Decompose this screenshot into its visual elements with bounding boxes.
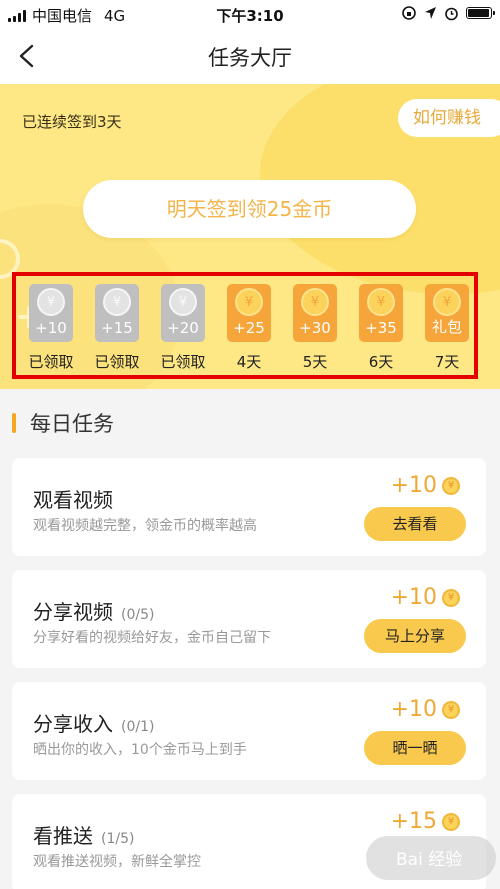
yen-symbol: ¥ — [442, 295, 452, 310]
day-status: 7天 — [434, 353, 460, 371]
page-title: 任务大厅 — [208, 46, 292, 70]
coin-face: ¥ — [37, 288, 65, 316]
coin-icon: ¥ +20 — [161, 284, 205, 342]
yen-symbol: ¥ — [376, 295, 386, 310]
task-title: 看推送 (1/5) — [33, 820, 134, 849]
yen-symbol: ¥ — [112, 295, 122, 310]
coin-face: ¥ — [301, 288, 329, 316]
rotation-lock-icon — [402, 6, 416, 20]
how-to-earn-button[interactable]: 如何赚钱 — [398, 99, 500, 137]
coin-icon: ¥ +30 — [293, 284, 337, 342]
coin-face: ¥ — [433, 288, 461, 316]
sign-in-days: ¥ +10 已领取 ¥ +15 已领取 ¥ +20 已领取 ¥ +25 4天 ¥ +30 5天 ¥ +35 6天 ¥… — [12, 272, 478, 379]
task-reward: +10 ¥ — [391, 473, 460, 498]
task-card: 分享收入 (0/1) 晒出你的收入，10个金币马上到手 +10 ¥ 晒一晒 — [12, 682, 486, 780]
location-icon — [425, 7, 436, 19]
coin-icon: ¥ +15 — [95, 284, 139, 342]
coin-amount: +15 — [101, 319, 133, 337]
streak-text: 已连续签到3天 — [22, 113, 122, 131]
status-bar: 中国电信 4G 下午3:10 — [0, 0, 500, 28]
task-title: 观看视频 — [33, 484, 121, 513]
battery-fill — [468, 9, 489, 17]
reward-amount: +15 — [390, 809, 437, 834]
coin-face: ¥ — [367, 288, 395, 316]
yen-symbol: ¥ — [46, 295, 56, 310]
coin-icon: ¥ 礼包 — [425, 284, 469, 342]
section-title: 每日任务 — [30, 412, 114, 436]
task-description: 分享好看的视频给好友，金币自己留下 — [33, 630, 271, 646]
task-action-button[interactable]: 晒一晒 — [364, 731, 466, 765]
coin-icon: ¥ +35 — [359, 284, 403, 342]
coin-face: ¥ — [103, 288, 131, 316]
yen-symbol: ¥ — [178, 295, 188, 310]
day-status: 已领取 — [28, 353, 74, 371]
task-reward: +10 ¥ — [391, 697, 460, 722]
day-status: 已领取 — [160, 353, 206, 371]
alarm-icon — [445, 7, 458, 20]
reward-amount: +10 — [390, 473, 437, 498]
coin-amount: +20 — [167, 319, 199, 337]
task-title: 分享视频 (0/5) — [33, 596, 154, 625]
coin-face: ¥ — [169, 288, 197, 316]
yen-symbol: ¥ — [244, 295, 254, 310]
coin-icon: ¥ +10 — [29, 284, 73, 342]
task-description: 观看推送视频，新鲜全掌控 — [33, 854, 201, 870]
coin-icon: ¥ — [442, 588, 460, 607]
sign-in-day: ¥ +10 已领取 — [21, 284, 81, 372]
task-description: 晒出你的收入，10个金币马上到手 — [33, 742, 247, 758]
day-status: 6天 — [368, 353, 394, 371]
reward-amount: +10 — [390, 697, 437, 722]
task-title-text: 分享视频 — [33, 600, 113, 624]
coin-amount: +30 — [299, 319, 331, 337]
coin-amount: +25 — [233, 319, 265, 337]
watermark: Bai 经验 — [366, 836, 496, 880]
yen-symbol: ¥ — [310, 295, 320, 310]
nav-bar: 任务大厅 — [0, 28, 500, 84]
task-action-button[interactable]: 去看看 — [364, 507, 466, 541]
coin-icon: ¥ — [442, 700, 460, 719]
task-title-text: 分享收入 — [33, 712, 113, 736]
coin-amount: 礼包 — [431, 318, 462, 336]
task-title: 分享收入 (0/1) — [33, 708, 154, 737]
task-reward: +15 ¥ — [391, 809, 460, 834]
task-card: 分享视频 (0/5) 分享好看的视频给好友，金币自己留下 +10 ¥ 马上分享 — [12, 570, 486, 668]
coin-icon: ¥ — [442, 476, 460, 495]
sign-in-day: ¥ +35 6天 — [351, 284, 411, 372]
sign-in-day: ¥ +30 5天 — [285, 284, 345, 372]
coin-icon: ¥ — [442, 812, 460, 831]
task-progress: (0/5) — [121, 607, 155, 623]
day-status: 4天 — [236, 353, 262, 371]
task-description: 观看视频越完整，领金币的概率越高 — [33, 518, 257, 534]
task-card: 观看视频观看视频越完整，领金币的概率越高 +10 ¥ 去看看 — [12, 458, 486, 556]
sign-in-day: ¥ +20 已领取 — [153, 284, 213, 372]
sign-in-day: ¥ +15 已领取 — [87, 284, 147, 372]
task-action-button[interactable]: 马上分享 — [364, 619, 466, 653]
section-accent-bar — [12, 413, 16, 433]
sign-in-day: ¥ 礼包 7天 — [417, 284, 477, 372]
sign-in-banner: 已连续签到3天 如何赚钱 明天签到领25金币 ¥ +10 已领取 ¥ +15 已领取 ¥ +2… — [0, 84, 500, 389]
battery-icon — [466, 7, 495, 19]
sign-in-day: ¥ +25 4天 — [219, 284, 279, 372]
task-progress: (1/5) — [101, 831, 135, 847]
task-progress: (0/1) — [121, 719, 155, 735]
status-right — [401, 5, 495, 21]
task-title-text: 看推送 — [33, 824, 93, 848]
coin-amount: +10 — [35, 319, 67, 337]
task-title-text: 观看视频 — [33, 488, 113, 512]
coin-amount: +35 — [365, 319, 397, 337]
task-reward: +10 ¥ — [391, 585, 460, 610]
day-status: 5天 — [302, 353, 328, 371]
watermark-text: Bai 经验 — [396, 850, 463, 870]
coin-icon: ¥ +25 — [227, 284, 271, 342]
sign-in-button[interactable]: 明天签到领25金币 — [83, 180, 416, 238]
reward-amount: +10 — [390, 585, 437, 610]
coin-face: ¥ — [235, 288, 263, 316]
day-status: 已领取 — [94, 353, 140, 371]
